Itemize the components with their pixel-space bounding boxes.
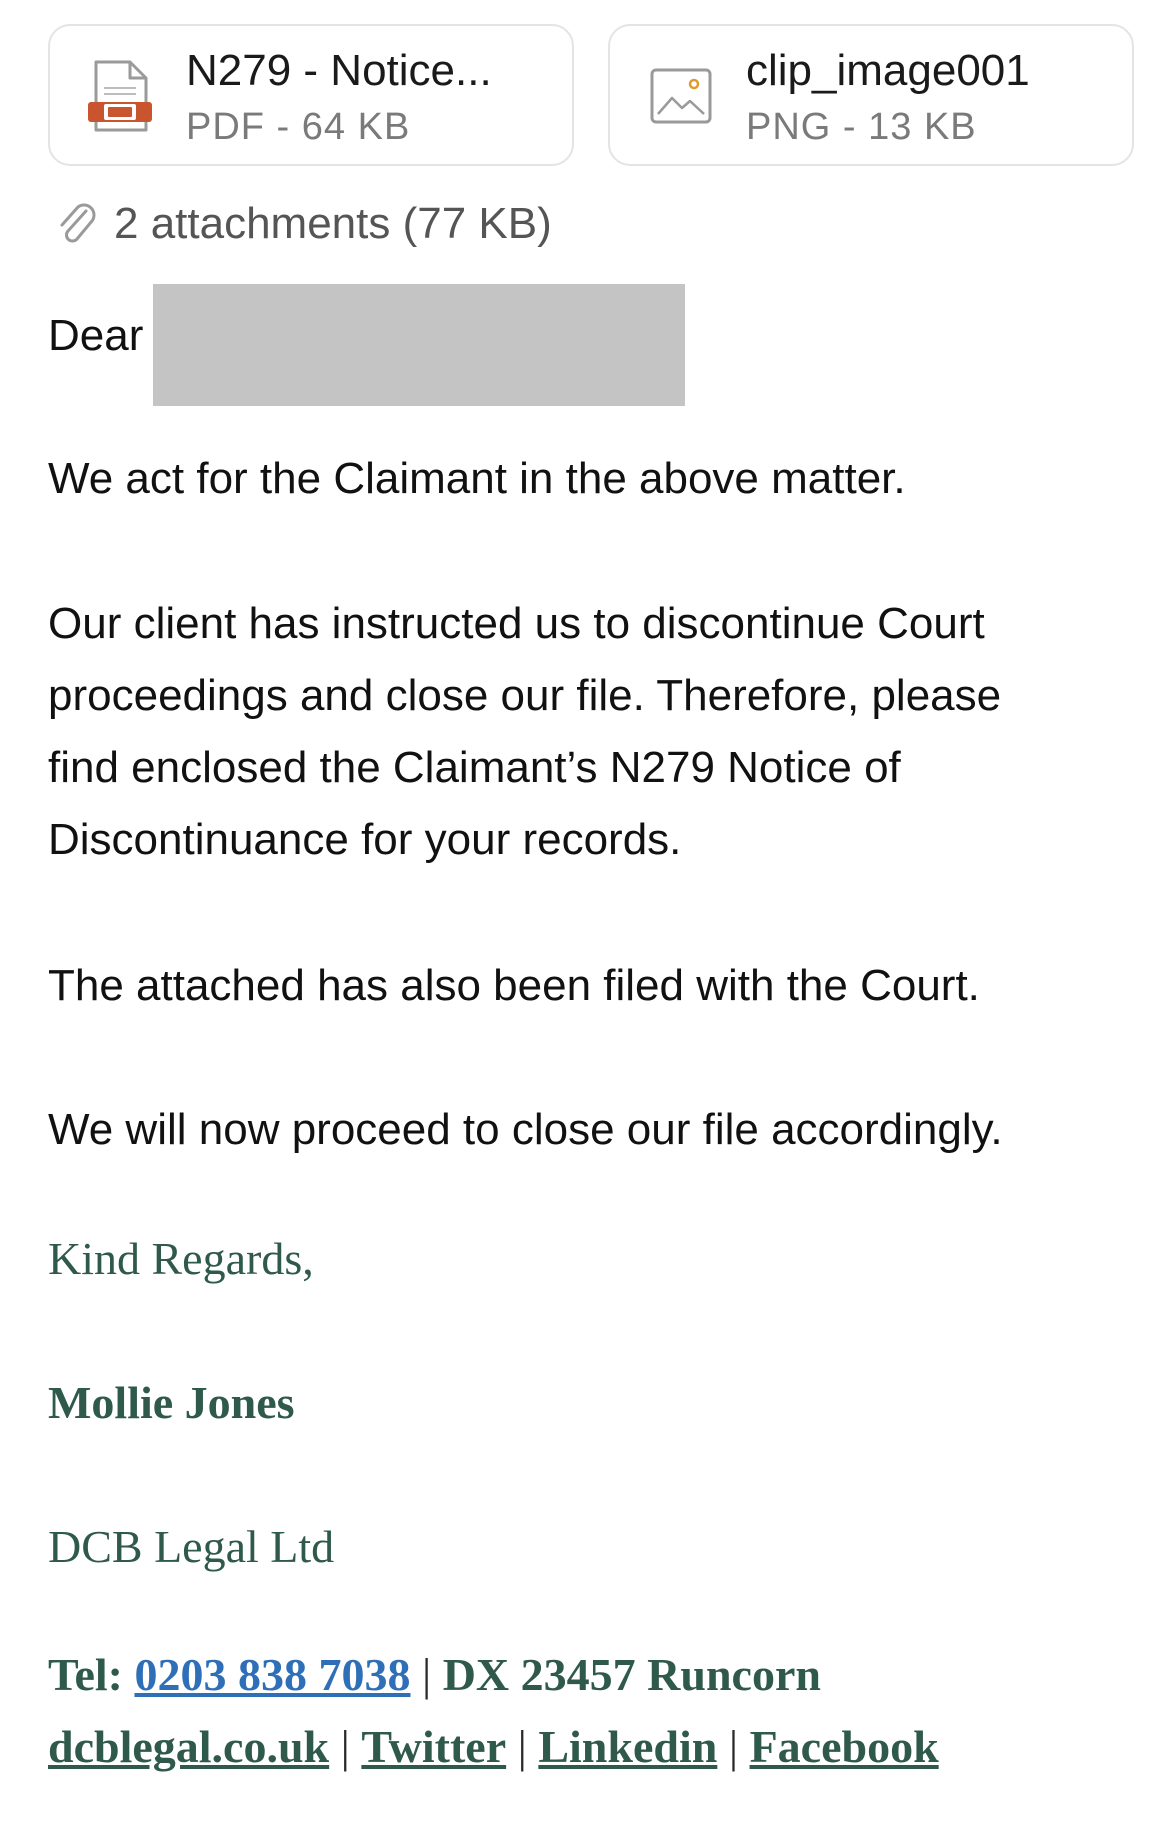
linkedin-link[interactable]: Linkedin (538, 1721, 717, 1772)
attachment-meta: PNG - 13 KB (746, 106, 977, 148)
dx-address: DX 23457 Runcorn (442, 1649, 821, 1700)
attachment-name: clip_image001 (746, 46, 1030, 95)
website-link[interactable]: dcblegal.co.uk (48, 1721, 329, 1772)
email-greeting: Dear (48, 311, 144, 360)
email-paragraph: We act for the Claimant in the above mat… (48, 454, 906, 503)
image-file-icon (650, 68, 712, 124)
separator: | (410, 1649, 443, 1700)
email-line: Our client has instructed us to disconti… (48, 599, 985, 648)
signature-regards: Kind Regards, (48, 1233, 314, 1284)
separator: | (717, 1721, 750, 1772)
separator: | (329, 1721, 362, 1772)
email-paragraph: We will now proceed to close our file ac… (48, 1105, 1003, 1154)
phone-link[interactable]: 0203 838 7038 (134, 1649, 410, 1700)
attachment-card-png[interactable]: clip_image001 PNG - 13 KB (608, 24, 1134, 166)
email-paragraph: Our client has instructed us to disconti… (48, 588, 1128, 876)
signature-name: Mollie Jones (48, 1377, 295, 1428)
attachments-row: N279 - Notice... PDF - 64 KB clip_image0… (48, 24, 1134, 170)
attachments-summary[interactable]: 2 attachments (77 KB) (54, 196, 552, 252)
redacted-recipient-name (153, 284, 685, 406)
email-line: Discontinuance for your records. (48, 815, 682, 864)
attachments-summary-text: 2 attachments (77 KB) (114, 199, 552, 248)
email-paragraph: The attached has also been filed with th… (48, 961, 980, 1010)
signature-firm: DCB Legal Ltd (48, 1521, 335, 1572)
separator: | (506, 1721, 539, 1772)
attachment-meta: PDF - 64 KB (186, 106, 411, 148)
pdf-file-icon (88, 60, 152, 132)
signature-contact-line: Tel: 0203 838 7038 | DX 23457 Runcorn (48, 1648, 821, 1701)
twitter-link[interactable]: Twitter (361, 1721, 506, 1772)
attachment-name: N279 - Notice... (186, 46, 492, 95)
signature-links-line: dcblegal.co.uk | Twitter | Linkedin | Fa… (48, 1720, 939, 1773)
attachment-card-pdf[interactable]: N279 - Notice... PDF - 64 KB (48, 24, 574, 166)
email-line: proceedings and close our file. Therefor… (48, 671, 1002, 720)
tel-label: Tel: (48, 1649, 135, 1700)
paperclip-icon (60, 203, 96, 243)
email-line: find enclosed the Claimant’s N279 Notice… (48, 743, 901, 792)
facebook-link[interactable]: Facebook (750, 1721, 939, 1772)
